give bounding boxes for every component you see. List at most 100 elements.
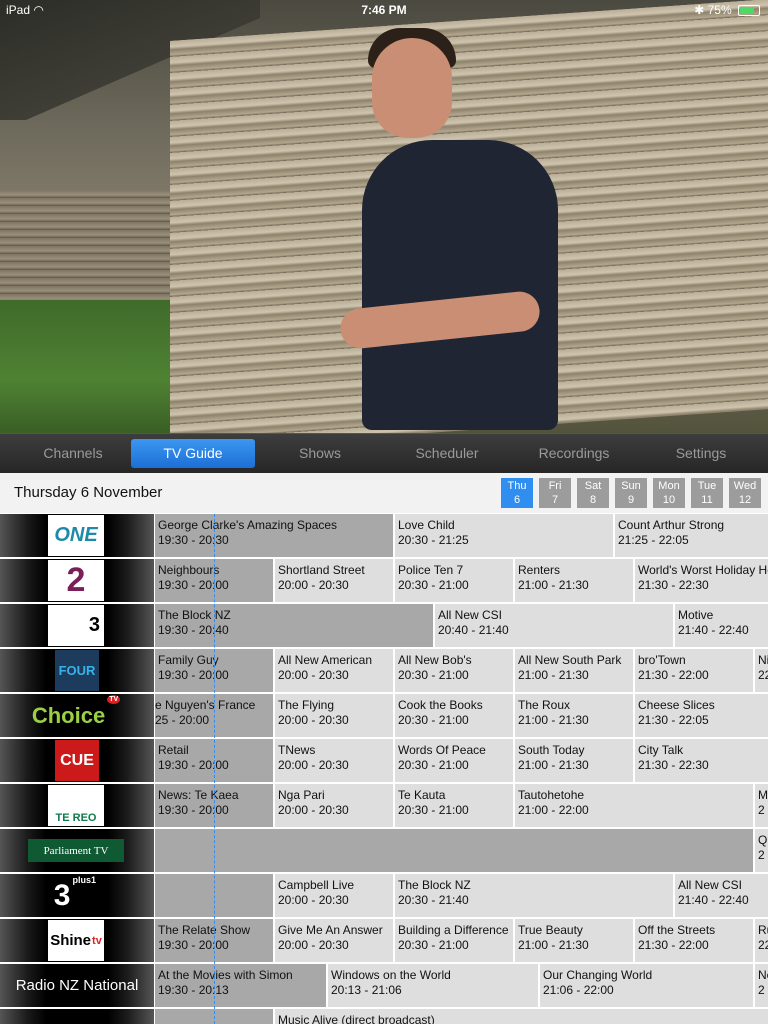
program-cell[interactable]: Renters 21:00 - 21:30 [515,559,633,602]
program-cell[interactable]: All New CSI 20:40 - 21:40 [435,604,673,647]
program-cell[interactable] [155,829,753,872]
day-button-mon[interactable]: Mon 10 [653,478,685,508]
program-cell[interactable]: Count Arthur Strong 21:25 - 22:05 [615,514,768,557]
channel-header-three[interactable]: 3 [0,604,154,647]
program-cell[interactable]: All New South Park 21:00 - 21:30 [515,649,633,692]
program-title: Ne [758,968,768,982]
program-cell[interactable]: Cook the Books 20:30 - 21:00 [395,694,513,737]
program-title: Nga Pari [278,788,325,802]
program-cell[interactable]: All New Bob's 20:30 - 21:00 [395,649,513,692]
channel-row-parliament: Parliament TV Q 2 [0,829,768,874]
day-button-tue[interactable]: Tue 11 [691,478,723,508]
program-cell[interactable]: Motive 21:40 - 22:40 [675,604,768,647]
tab-shows[interactable]: Shows [258,439,382,468]
channel-header-last[interactable] [0,1009,154,1024]
program-time: 19:30 - 20:00 [158,668,229,682]
channel-header-radionz[interactable]: Radio NZ National [0,964,154,1007]
program-title: All New South Park [518,653,622,667]
program-cell[interactable]: All New American 20:00 - 20:30 [275,649,393,692]
program-cell[interactable]: The Block NZ 19:30 - 20:40 [155,604,433,647]
program-cell[interactable]: Q2 [755,829,768,872]
program-cell[interactable]: Windows on the World 20:13 - 21:06 [328,964,538,1007]
program-time: 19:30 - 20:00 [158,938,229,952]
program-cell[interactable]: Words Of Peace 20:30 - 21:00 [395,739,513,782]
program-cell[interactable]: Our Changing World 21:06 - 22:00 [540,964,753,1007]
program-cell[interactable]: Ni22 [755,649,768,692]
program-title: Family Guy [158,653,219,667]
channel-header-one[interactable]: ONE [0,514,154,557]
program-time: 21:30 - 22:00 [638,668,709,682]
tab-scheduler[interactable]: Scheduler [385,439,509,468]
video-player[interactable] [0,0,768,433]
channel-header-parliament[interactable]: Parliament TV [0,829,154,872]
program-time: 2 [758,848,765,862]
program-cell[interactable]: At the Movies with Simon 19:30 - 20:13 [155,964,326,1007]
program-time: 21:40 - 22:40 [678,623,749,637]
program-cell[interactable]: bro'Town 21:30 - 22:00 [635,649,753,692]
channel-header-four[interactable]: FOUR [0,649,154,692]
program-title: Our Changing World [543,968,653,982]
day-button-wed[interactable]: Wed 12 [729,478,761,508]
program-cell[interactable]: Te Kauta 20:30 - 21:00 [395,784,513,827]
program-cell[interactable]: All New CSI 21:40 - 22:40 [675,874,768,917]
program-cell[interactable]: Love Child 20:30 - 21:25 [395,514,613,557]
channel-row-threeplus1: 3 plus1 Campbell Live 20:00 - 20:30 The Bloc… [0,874,768,919]
channel-logo-shine: Shine tv [48,920,104,961]
program-time: 20:00 - 20:30 [278,668,349,682]
channel-header-cue[interactable]: CUE [0,739,154,782]
program-cell[interactable]: The Roux 21:00 - 21:30 [515,694,633,737]
program-time: 21:00 - 22:00 [518,803,589,817]
program-title: Building a Difference [398,923,509,937]
program-cell[interactable]: Give Me An Answer 20:00 - 20:30 [275,919,393,962]
tab-tv-guide[interactable]: TV Guide [131,439,255,468]
channel-logo-choice: Choice TV [28,695,124,736]
program-cell[interactable]: Cheese Slices 21:30 - 22:05 [635,694,768,737]
program-cell[interactable]: World's Worst Holiday Ho 21:30 - 22:30 [635,559,768,602]
program-time: 20:30 - 21:40 [398,893,469,907]
program-time: 21:00 - 21:30 [518,758,589,772]
status-bar: iPad ◠ 7:46 PM ✱ 75% [0,0,768,20]
program-cell[interactable]: Ru22 [755,919,768,962]
program-title: George Clarke's Amazing Spaces [158,518,338,532]
program-cell[interactable]: The Block NZ 20:30 - 21:40 [395,874,673,917]
program-cell[interactable]: Campbell Live 20:00 - 20:30 [275,874,393,917]
program-cell[interactable]: Off the Streets 21:30 - 22:00 [635,919,753,962]
program-title: Give Me An Answer [278,923,383,937]
program-cell[interactable]: South Today 21:00 - 21:30 [515,739,633,782]
channel-header-shine[interactable]: Shine tv [0,919,154,962]
program-cell[interactable]: Nga Pari 20:00 - 20:30 [275,784,393,827]
tab-recordings[interactable]: Recordings [512,439,636,468]
channel-row-cue: CUE Retail 19:30 - 20:00 TNews 20:00 - 20:30… [0,739,768,784]
program-cell[interactable]: M2 [755,784,768,827]
tv-guide-grid[interactable]: ONE George Clarke's Amazing Spaces 19:30 -… [0,514,768,1024]
channel-header-choice[interactable]: Choice TV [0,694,154,737]
day-button-sat[interactable]: Sat 8 [577,478,609,508]
program-cell[interactable]: Music Alive (direct broadcast) [275,1009,768,1024]
program-cell[interactable]: Building a Difference 20:30 - 21:00 [395,919,513,962]
program-cell[interactable]: Police Ten 7 20:30 - 21:00 [395,559,513,602]
program-title: Tautohetohe [518,788,585,802]
program-cell[interactable]: George Clarke's Amazing Spaces 19:30 - 20… [155,514,393,557]
program-cell[interactable]: Shortland Street 20:00 - 20:30 [275,559,393,602]
program-cell[interactable]: True Beauty 21:00 - 21:30 [515,919,633,962]
day-button-thu[interactable]: Thu 6 [501,478,533,508]
program-cell[interactable]: TNews 20:00 - 20:30 [275,739,393,782]
program-cell[interactable]: The Flying 20:00 - 20:30 [275,694,393,737]
main-tab-bar: Channels TV Guide Shows Scheduler Recordings… [0,433,768,474]
program-cell[interactable]: City Talk 21:30 - 22:30 [635,739,768,782]
channel-header-threeplus1[interactable]: 3 plus1 [0,874,154,917]
battery-percent: 75% [707,3,732,17]
program-time: 21:30 - 22:30 [638,758,709,772]
program-cell[interactable]: Ne2 [755,964,768,1007]
program-time: 19:30 - 20:00 [158,578,229,592]
tab-settings[interactable]: Settings [639,439,763,468]
channel-header-tereo[interactable]: TE REO [0,784,154,827]
day-number: 12 [738,494,752,506]
program-cell[interactable]: Tautohetohe 21:00 - 22:00 [515,784,753,827]
channel-header-two[interactable]: 2 [0,559,154,602]
day-button-sun[interactable]: Sun 9 [615,478,647,508]
channel-logo-text: CUE [60,751,94,769]
program-time: 20:30 - 21:00 [398,713,469,727]
tab-channels[interactable]: Channels [11,439,135,468]
day-button-fri[interactable]: Fri 7 [539,478,571,508]
